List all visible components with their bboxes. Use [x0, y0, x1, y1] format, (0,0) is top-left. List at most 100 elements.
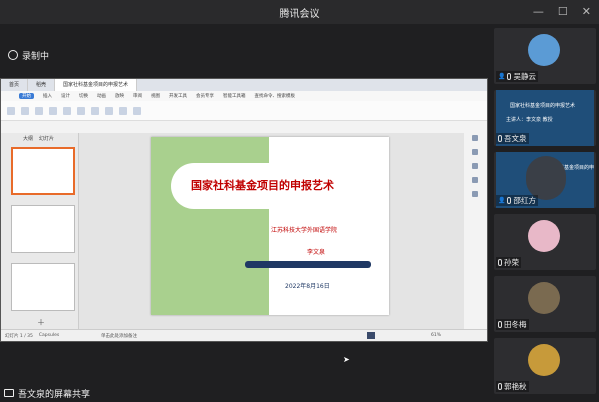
participant-name: 邵红方 — [513, 196, 536, 205]
participant-name: 田冬梅 — [504, 320, 527, 329]
menu-smart-tools[interactable]: 智能工具箱 — [223, 93, 246, 99]
menu-transition[interactable]: 切换 — [79, 93, 88, 99]
participant-name-bar: 郭艳秋 — [496, 381, 529, 392]
avatar — [528, 344, 560, 376]
font-color-icon[interactable] — [91, 106, 99, 115]
participant-tile[interactable]: 👤 吴静云 — [494, 28, 596, 84]
participant-name-bar: 👤 吴静云 — [496, 71, 538, 82]
current-slide[interactable]: 国家社科基金项目的申报艺术 江苏科技大学外国语学院 李文泉 2022年8月16日 — [151, 137, 389, 315]
mouse-cursor-icon: ➤ — [343, 355, 350, 364]
zoom-level[interactable]: 61% — [431, 333, 441, 338]
participant-name: 吴静云 — [513, 72, 536, 81]
user-icon: 👤 — [498, 73, 506, 80]
participant-tile[interactable]: 孙荣 — [494, 214, 596, 270]
shared-screen: 首页 稻壳 国家社科基金项目的申报艺术 开始 插入 设计 切换 动画 放映 审阅… — [0, 78, 488, 342]
menu-insert[interactable]: 插入 — [43, 93, 52, 99]
monitor-icon — [4, 389, 14, 397]
window-title: 腾讯会议 — [279, 8, 320, 20]
video-slide-sub: 主讲人：李文泉 教授 — [506, 117, 553, 123]
participant-name-bar: 田冬梅 — [496, 319, 529, 330]
notes-placeholder[interactable]: 单击此处添加备注 — [101, 333, 137, 339]
slide-divider-bar — [245, 261, 371, 268]
property-icon[interactable] — [472, 135, 478, 141]
mic-icon — [498, 383, 502, 390]
close-icon[interactable]: ✕ — [582, 5, 591, 18]
shape-icon[interactable] — [119, 106, 127, 115]
tab-slides[interactable]: 幻灯片 — [39, 135, 54, 142]
participant-face — [526, 156, 566, 200]
slide-counter: 幻灯片 1 / 35 — [5, 333, 33, 339]
slide-thumbnail-pane — [1, 133, 79, 329]
theme-name: Capsules — [38, 333, 60, 338]
play-icon[interactable] — [367, 332, 375, 339]
participant-tile[interactable]: 国家社科基金项目的申报艺术 👤 邵红方 — [494, 152, 596, 208]
panel-tabs: 大纲 幻灯片 — [23, 135, 54, 142]
screen-share-footer: 吾文泉的屏幕共享 — [0, 386, 90, 400]
ribbon-toolbar — [1, 101, 487, 121]
slide-thumb-1[interactable] — [11, 147, 75, 195]
menu-view[interactable]: 视图 — [151, 93, 160, 99]
align-icon[interactable] — [105, 106, 113, 115]
recording-badge[interactable]: 录制中 — [8, 47, 49, 63]
status-bar: 幻灯片 1 / 35 Capsules 单击此处添加备注 61% — [1, 329, 487, 341]
underline-icon[interactable] — [77, 106, 85, 115]
chart-icon[interactable] — [472, 177, 478, 183]
avatar — [528, 34, 560, 66]
app-tab-bar: 首页 稻壳 国家社科基金项目的申报艺术 — [1, 79, 487, 91]
menu-devtools[interactable]: 开发工具 — [169, 93, 187, 99]
menu-design[interactable]: 设计 — [61, 93, 70, 99]
menu-member[interactable]: 会员专享 — [196, 93, 214, 99]
layout-icon[interactable] — [35, 106, 43, 115]
participant-name-bar: 孙荣 — [496, 257, 521, 268]
avatar — [528, 220, 560, 252]
mic-icon — [507, 73, 512, 80]
italic-icon[interactable] — [63, 106, 71, 115]
search-input[interactable]: 查找命令、搜索模板 — [255, 93, 296, 99]
participant-tile[interactable]: 田冬梅 — [494, 276, 596, 332]
recording-label: 录制中 — [22, 51, 50, 62]
participant-tile[interactable]: 郭艳秋 — [494, 338, 596, 394]
tab-outline[interactable]: 大纲 — [23, 135, 33, 142]
participant-name: 郭艳秋 — [504, 382, 527, 391]
mic-icon — [498, 259, 502, 266]
participant-name-bar: 吾文泉 — [496, 133, 529, 144]
slide-author: 李文泉 — [307, 249, 326, 256]
tab-home[interactable]: 首页 — [1, 79, 29, 91]
new-slide-icon[interactable] — [21, 106, 29, 115]
menu-slideshow[interactable]: 放映 — [115, 93, 124, 99]
mic-icon — [507, 197, 512, 204]
maximize-icon[interactable]: ☐ — [558, 5, 568, 18]
menu-animation[interactable]: 动画 — [97, 93, 106, 99]
participant-tile[interactable]: 国家社科基金项目的申报艺术 主讲人：李文泉 教授 吾文泉 — [494, 90, 596, 146]
user-icon: 👤 — [498, 197, 506, 204]
slide-thumb-2[interactable] — [11, 205, 75, 253]
mic-icon — [498, 135, 502, 142]
bold-icon[interactable] — [49, 106, 57, 115]
right-toolbar — [469, 135, 481, 197]
settings-icon[interactable] — [472, 191, 478, 197]
paste-icon[interactable] — [7, 106, 15, 115]
ribbon-menu: 开始 插入 设计 切换 动画 放映 审阅 视图 开发工具 会员专享 智能工具箱 … — [1, 91, 487, 101]
menu-review[interactable]: 审阅 — [133, 93, 142, 99]
slide-editor: 国家社科基金项目的申报艺术 江苏科技大学外国语学院 李文泉 2022年8月16日 — [79, 133, 464, 329]
title-bar: 腾讯会议 — ☐ ✕ — [0, 0, 599, 24]
slide-school: 江苏科技大学外国语学院 — [271, 227, 338, 234]
animation-icon[interactable] — [472, 163, 478, 169]
participant-name-bar: 👤 邵红方 — [496, 195, 538, 206]
video-slide-title: 国家社科基金项目的申报艺术 — [510, 103, 576, 109]
tab-document[interactable]: 国家社科基金项目的申报艺术 — [55, 79, 138, 91]
screen-share-label: 吾文泉的屏幕共享 — [18, 389, 91, 400]
slide-title: 国家社科基金项目的申报艺术 — [191, 179, 334, 192]
slide-thumb-3[interactable] — [11, 263, 75, 311]
mic-icon — [498, 321, 502, 328]
menu-start[interactable]: 开始 — [19, 93, 34, 99]
participant-name: 孙荣 — [504, 258, 519, 267]
window-controls: — ☐ ✕ — [533, 5, 591, 18]
minimize-icon[interactable]: — — [533, 5, 544, 18]
add-slide-icon[interactable]: ＋ — [37, 317, 45, 328]
record-icon — [8, 50, 18, 60]
pen-icon[interactable] — [472, 149, 478, 155]
tab-docer[interactable]: 稻壳 — [28, 79, 56, 91]
participant-name: 吾文泉 — [504, 134, 527, 143]
textbox-icon[interactable] — [133, 106, 141, 115]
